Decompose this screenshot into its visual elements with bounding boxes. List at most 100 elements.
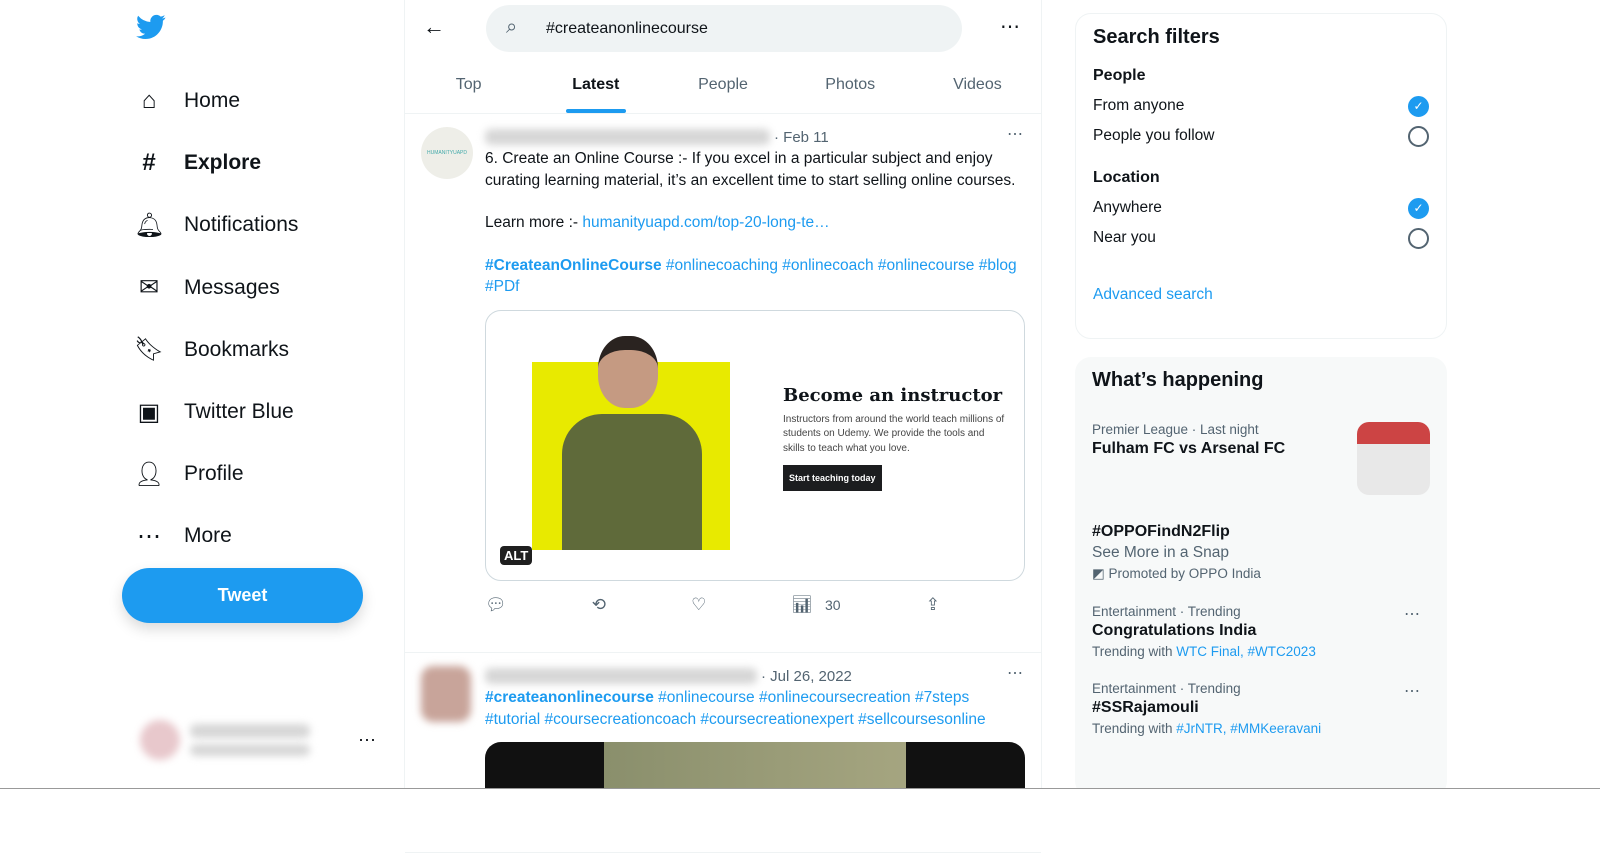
radio-empty-icon[interactable] bbox=[1408, 227, 1429, 249]
nav-bookmarks[interactable]: 🔖︎ Bookmarks bbox=[134, 319, 298, 381]
nav-label: Notifications bbox=[184, 213, 299, 237]
filter-label: People you follow bbox=[1093, 127, 1215, 144]
filter-anywhere[interactable]: Anywhere ✓ bbox=[1093, 193, 1429, 223]
trend-meta: Entertainment · Trending bbox=[1092, 604, 1241, 619]
tab-videos[interactable]: Videos bbox=[914, 57, 1041, 113]
nav-messages[interactable]: ✉ Messages bbox=[134, 257, 298, 319]
nav-label: Bookmarks bbox=[184, 337, 290, 361]
search-filters: Search filters People From anyone ✓ Peopl… bbox=[1075, 13, 1447, 339]
tweet-button[interactable]: Tweet bbox=[122, 568, 363, 623]
search-tabs: Top Latest People Photos Videos bbox=[405, 57, 1041, 114]
nav-label: Twitter Blue bbox=[184, 400, 294, 424]
trend-item[interactable]: #OPPOFindN2Flip See More in a Snap ◩ Pro… bbox=[1092, 523, 1430, 582]
trend-title: #OPPOFindN2Flip bbox=[1092, 523, 1230, 540]
promoted-row: ◩ Promoted by OPPO India bbox=[1092, 566, 1430, 582]
whats-happening: What’s happening Premier League · Last n… bbox=[1075, 357, 1447, 797]
tab-photos[interactable]: Photos bbox=[787, 57, 914, 113]
tweet-more-icon[interactable]: ⋯ bbox=[1007, 663, 1023, 683]
trending-with-label: Trending with bbox=[1092, 644, 1177, 659]
trend-item[interactable]: Premier League · Last night Fulham FC vs… bbox=[1092, 422, 1430, 520]
radio-empty-icon[interactable] bbox=[1408, 125, 1429, 147]
like-icon[interactable]: ♡ bbox=[691, 595, 706, 615]
advanced-search-link[interactable]: Advanced search bbox=[1093, 286, 1429, 304]
tweet[interactable]: HUMANITYUAPD · Feb 11 ⋯ 6. Create an Onl… bbox=[405, 114, 1041, 653]
trend-meta: Entertainment · Trending bbox=[1092, 681, 1241, 696]
radio-checked-icon[interactable]: ✓ bbox=[1408, 95, 1429, 117]
nav-label: Profile bbox=[184, 462, 244, 486]
tweet-hashtags: #createanonlinecourse #onlinecourse #onl… bbox=[485, 687, 1025, 730]
hashtag-link[interactable]: #CreateanOnlineCourse bbox=[485, 257, 662, 274]
tweet-actions: 💬︎ ⟲ ♡ 📊︎ 30 ⇪ bbox=[485, 581, 940, 629]
nav-label: Messages bbox=[184, 275, 280, 299]
tab-people[interactable]: People bbox=[659, 57, 786, 113]
author-name-blurred[interactable] bbox=[485, 668, 757, 684]
tab-latest[interactable]: Latest bbox=[532, 57, 659, 113]
tweet-image[interactable]: Become an instructor Instructors from ar… bbox=[485, 309, 1025, 581]
nav-label: Explore bbox=[184, 151, 262, 175]
trend-subtitle: See More in a Snap bbox=[1092, 544, 1230, 561]
trending-with-links[interactable]: #JrNTR, #MMKeeravani bbox=[1176, 721, 1321, 736]
trend-title: #SSRajamouli bbox=[1092, 699, 1199, 716]
bookmark-icon: 🔖︎ bbox=[134, 336, 165, 364]
search-header: ← ⌕ #createanonlinecourse ⋯ bbox=[405, 0, 1041, 57]
avatar bbox=[140, 720, 180, 760]
radio-checked-icon[interactable]: ✓ bbox=[1408, 197, 1429, 219]
avatar[interactable] bbox=[421, 666, 471, 722]
trend-more-icon[interactable]: ⋯ bbox=[1404, 604, 1420, 624]
trend-item[interactable]: Entertainment · Trending #SSRajamouli Tr… bbox=[1092, 681, 1430, 736]
reply-icon[interactable]: 💬︎ bbox=[485, 595, 507, 615]
promoted-icon: ◩ bbox=[1092, 566, 1109, 581]
tab-top[interactable]: Top bbox=[405, 57, 532, 113]
promoted-label: Promoted by OPPO India bbox=[1108, 566, 1261, 581]
filters-location-heading: Location bbox=[1093, 169, 1160, 186]
filter-label: From anyone bbox=[1093, 97, 1185, 114]
bell-icon: 🔔︎ bbox=[134, 211, 165, 239]
tweet-date[interactable]: · Jul 26, 2022 bbox=[761, 668, 852, 685]
trend-more-icon[interactable]: ⋯ bbox=[1404, 681, 1420, 701]
trending-with-links[interactable]: WTC Final, #WTC2023 bbox=[1176, 644, 1316, 659]
envelope-icon: ✉ bbox=[138, 274, 160, 302]
more-icon[interactable]: ⋯ bbox=[1000, 14, 1021, 39]
filter-near-you[interactable]: Near you bbox=[1093, 223, 1429, 253]
nav-home[interactable]: ⌂ Home bbox=[134, 70, 298, 132]
share-icon[interactable]: ⇪ bbox=[926, 595, 940, 615]
card-description: Instructors from around the world teach … bbox=[783, 413, 1005, 454]
nav-more[interactable]: ⋯ More bbox=[134, 505, 298, 567]
twitter-logo-icon[interactable] bbox=[136, 14, 168, 46]
more-circle-icon: ⋯ bbox=[137, 522, 161, 550]
author-name-blurred[interactable] bbox=[485, 129, 770, 145]
search-icon: ⌕ bbox=[506, 16, 518, 38]
more-icon[interactable]: ⋯ bbox=[358, 730, 376, 751]
nav-explore[interactable]: # Explore bbox=[134, 132, 298, 194]
left-sidebar: ⌂ Home # Explore 🔔︎ Notifications ✉ Messages… bbox=[120, 0, 400, 805]
views-button[interactable]: 📊︎ 30 bbox=[791, 595, 840, 615]
tweet-link[interactable]: humanityuapd.com/top-20-long-te… bbox=[582, 214, 829, 231]
search-input[interactable]: ⌕ #createanonlinecourse bbox=[486, 5, 962, 52]
home-icon: ⌂ bbox=[141, 87, 157, 115]
alt-badge[interactable]: ALT bbox=[500, 545, 533, 565]
views-count: 30 bbox=[825, 596, 841, 613]
filter-people-you-follow[interactable]: People you follow bbox=[1093, 121, 1429, 151]
filter-from-anyone[interactable]: From anyone ✓ bbox=[1093, 91, 1429, 121]
happening-title: What’s happening bbox=[1092, 369, 1264, 391]
card-cta: Start teaching today bbox=[783, 464, 882, 491]
back-arrow-icon[interactable]: ← bbox=[423, 14, 445, 40]
account-switcher[interactable]: ⋯ bbox=[140, 712, 390, 768]
nav-twitter-blue[interactable]: ▣ Twitter Blue bbox=[134, 381, 298, 443]
trend-thumbnail bbox=[1357, 422, 1430, 495]
tweet-more-icon[interactable]: ⋯ bbox=[1007, 124, 1023, 144]
hashtag-link[interactable]: #createanonlinecourse bbox=[485, 689, 654, 706]
tweet[interactable]: · Jul 26, 2022 ⋯ #createanonlinecourse #… bbox=[405, 653, 1041, 853]
nav-profile[interactable]: 👤︎ Profile bbox=[134, 443, 298, 505]
tweet-date[interactable]: · Feb 11 bbox=[774, 129, 829, 146]
trend-item[interactable]: Entertainment · Trending Congratulations… bbox=[1092, 604, 1430, 659]
learn-more-label: Learn more :- bbox=[485, 214, 583, 231]
views-icon: 📊︎ bbox=[791, 594, 814, 614]
window-bottom-edge bbox=[0, 788, 1600, 805]
retweet-icon[interactable]: ⟲ bbox=[592, 595, 606, 615]
account-name-blurred bbox=[190, 724, 310, 756]
hashtag-icon: # bbox=[142, 149, 156, 177]
tweet-header: · Feb 11 bbox=[485, 126, 1025, 148]
avatar[interactable]: HUMANITYUAPD bbox=[421, 127, 473, 179]
nav-notifications[interactable]: 🔔︎ Notifications bbox=[134, 194, 298, 256]
